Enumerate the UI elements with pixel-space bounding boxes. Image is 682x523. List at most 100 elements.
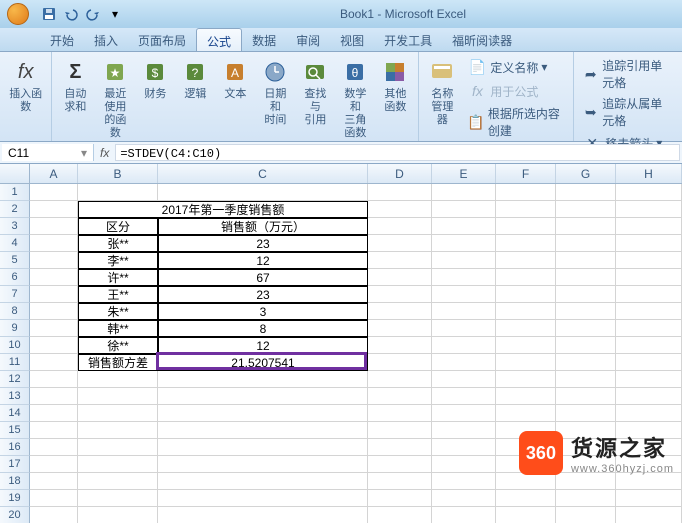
cell[interactable] — [30, 269, 78, 286]
data-cell[interactable]: 12 — [158, 252, 368, 269]
row-header-18[interactable]: 18 — [0, 473, 30, 490]
cell[interactable] — [30, 490, 78, 507]
cell[interactable] — [30, 422, 78, 439]
cell[interactable] — [30, 252, 78, 269]
cell[interactable] — [496, 218, 556, 235]
name-manager-button[interactable]: 名称 管理器 — [423, 54, 461, 129]
cell[interactable] — [30, 473, 78, 490]
office-button[interactable] — [0, 0, 36, 28]
tab-home[interactable]: 开始 — [40, 28, 84, 51]
data-cell[interactable]: 王** — [78, 286, 158, 303]
row-header-9[interactable]: 9 — [0, 320, 30, 337]
cell[interactable] — [30, 235, 78, 252]
cell[interactable] — [556, 507, 616, 523]
row-header-1[interactable]: 1 — [0, 184, 30, 201]
cell[interactable] — [556, 184, 616, 201]
data-cell[interactable]: 2017年第一季度销售额 — [78, 201, 368, 218]
cell[interactable] — [432, 439, 496, 456]
cell[interactable] — [556, 388, 616, 405]
cell[interactable] — [432, 456, 496, 473]
col-header-H[interactable]: H — [616, 164, 682, 183]
cell[interactable] — [158, 405, 368, 422]
cell[interactable] — [616, 490, 682, 507]
cell[interactable] — [78, 388, 158, 405]
formula-input[interactable]: =STDEV(C4:C10) — [115, 144, 680, 161]
data-cell[interactable]: 销售额方差 — [78, 354, 158, 371]
cell[interactable] — [616, 303, 682, 320]
select-all-corner[interactable] — [0, 164, 30, 183]
row-header-7[interactable]: 7 — [0, 286, 30, 303]
cell[interactable] — [432, 252, 496, 269]
cell[interactable] — [616, 405, 682, 422]
cell[interactable] — [368, 269, 432, 286]
cell[interactable] — [30, 303, 78, 320]
cell[interactable] — [432, 201, 496, 218]
cell[interactable] — [158, 388, 368, 405]
cell[interactable] — [432, 303, 496, 320]
cell[interactable] — [158, 439, 368, 456]
cell[interactable] — [432, 371, 496, 388]
cell[interactable] — [496, 269, 556, 286]
cell[interactable] — [556, 235, 616, 252]
cell[interactable] — [556, 490, 616, 507]
cell[interactable] — [616, 184, 682, 201]
cell[interactable] — [368, 422, 432, 439]
cell[interactable] — [556, 473, 616, 490]
cell[interactable] — [432, 354, 496, 371]
undo-icon[interactable] — [62, 5, 80, 23]
tab-formulas[interactable]: 公式 — [196, 28, 242, 51]
tab-dev[interactable]: 开发工具 — [374, 28, 442, 51]
data-cell[interactable]: 朱** — [78, 303, 158, 320]
cell[interactable] — [158, 371, 368, 388]
cell[interactable] — [616, 218, 682, 235]
cell[interactable] — [432, 490, 496, 507]
cell[interactable] — [30, 405, 78, 422]
tab-review[interactable]: 审阅 — [286, 28, 330, 51]
cell[interactable] — [616, 354, 682, 371]
cell[interactable] — [30, 201, 78, 218]
cell[interactable] — [496, 235, 556, 252]
cell[interactable] — [368, 354, 432, 371]
data-cell[interactable]: 徐** — [78, 337, 158, 354]
cell[interactable] — [616, 388, 682, 405]
row-header-5[interactable]: 5 — [0, 252, 30, 269]
cell[interactable] — [432, 507, 496, 523]
data-cell[interactable]: 许** — [78, 269, 158, 286]
use-in-formula-button[interactable]: fx用于公式 — [465, 80, 567, 102]
cell[interactable] — [368, 184, 432, 201]
recent-fn-button[interactable]: ★最近使用 的函数 — [96, 54, 134, 142]
cell[interactable] — [556, 354, 616, 371]
cell[interactable] — [30, 354, 78, 371]
tab-data[interactable]: 数据 — [242, 28, 286, 51]
row-header-16[interactable]: 16 — [0, 439, 30, 456]
cell[interactable] — [158, 456, 368, 473]
cell[interactable] — [496, 490, 556, 507]
cell[interactable] — [432, 286, 496, 303]
col-header-F[interactable]: F — [496, 164, 556, 183]
cell[interactable] — [556, 405, 616, 422]
row-header-6[interactable]: 6 — [0, 269, 30, 286]
cell[interactable] — [432, 422, 496, 439]
cell[interactable] — [368, 388, 432, 405]
cell[interactable] — [158, 422, 368, 439]
tab-foxit[interactable]: 福昕阅读器 — [442, 28, 522, 51]
cell[interactable] — [368, 320, 432, 337]
cell[interactable] — [556, 252, 616, 269]
cell[interactable] — [368, 473, 432, 490]
cell[interactable] — [78, 507, 158, 523]
data-cell[interactable]: 李** — [78, 252, 158, 269]
save-icon[interactable] — [40, 5, 58, 23]
cell[interactable] — [496, 388, 556, 405]
cell[interactable] — [30, 286, 78, 303]
tab-layout[interactable]: 页面布局 — [128, 28, 196, 51]
trace-precedents-button[interactable]: ➦追踪引用单元格 — [580, 56, 676, 92]
cell[interactable] — [368, 252, 432, 269]
lookup-button[interactable]: 查找与 引用 — [296, 54, 334, 129]
cell[interactable] — [432, 405, 496, 422]
math-button[interactable]: θ数学和 三角函数 — [336, 54, 374, 142]
col-header-E[interactable]: E — [432, 164, 496, 183]
trace-dependents-button[interactable]: ➥追踪从属单元格 — [580, 94, 676, 130]
cell[interactable] — [432, 269, 496, 286]
cell[interactable] — [158, 507, 368, 523]
col-header-G[interactable]: G — [556, 164, 616, 183]
